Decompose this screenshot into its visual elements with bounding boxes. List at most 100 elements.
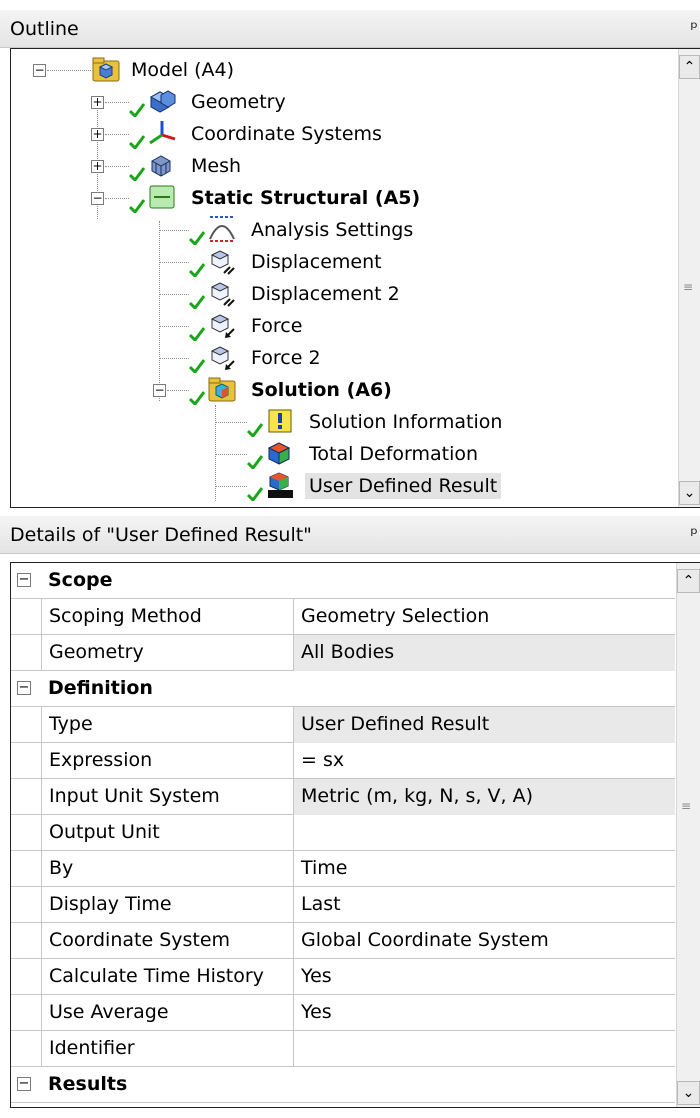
expand-toggle[interactable]: +: [91, 96, 104, 109]
check-icon: [247, 423, 263, 437]
tree-node-label: Displacement: [251, 251, 382, 273]
details-scrollbar[interactable]: ⌃ ≡ ⌄: [676, 563, 700, 1107]
property-value[interactable]: [293, 1031, 675, 1067]
property-value[interactable]: Yes: [293, 995, 675, 1031]
property-value[interactable]: All Bodies: [293, 635, 675, 671]
property-name: Display Time: [41, 887, 293, 923]
tree-node-analysis-settings[interactable]: Analysis Settings: [11, 215, 671, 245]
property-value[interactable]: Metric (m, kg, N, s, V, A): [293, 779, 675, 815]
tree-node-coordinate-systems[interactable]: + Coordinate Systems: [11, 119, 671, 149]
tree-node-force[interactable]: Force: [11, 311, 671, 341]
scroll-up-button[interactable]: ⌃: [679, 55, 700, 79]
collapse-toggle[interactable]: −: [17, 1077, 31, 1091]
details-grid[interactable]: − Scope Scoping Method Geometry Selectio…: [10, 562, 700, 1108]
property-row-identifier[interactable]: Identifier: [11, 1031, 675, 1067]
tree-node-model[interactable]: − Model (A4): [11, 55, 671, 85]
tree-node-displacement-2[interactable]: Displacement 2: [11, 279, 671, 309]
property-value[interactable]: Geometry Selection: [293, 599, 675, 635]
scroll-grip-icon[interactable]: ≡: [683, 281, 695, 293]
property-value[interactable]: Last: [293, 887, 675, 923]
category-row-definition[interactable]: − Definition: [11, 671, 675, 707]
check-icon: [189, 359, 205, 373]
collapse-toggle[interactable]: −: [153, 384, 166, 397]
displacement-icon: [210, 282, 235, 307]
user-defined-result-icon: [268, 472, 293, 498]
tree-node-solution-information[interactable]: Solution Information: [11, 407, 671, 437]
tree-node-displacement[interactable]: Displacement: [11, 247, 671, 277]
property-row-calculate-time-history[interactable]: Calculate Time History Yes: [11, 959, 675, 995]
property-row-output-unit[interactable]: Output Unit: [11, 815, 675, 851]
details-header: Details of "User Defined Result" ᵖ: [0, 516, 700, 554]
property-value[interactable]: = sx: [293, 743, 675, 779]
property-row-expression[interactable]: Expression = sx: [11, 743, 675, 779]
property-row-type[interactable]: Type User Defined Result: [11, 707, 675, 743]
tree-node-label: Mesh: [191, 155, 242, 177]
analysis-settings-icon: [209, 216, 235, 242]
pin-icon[interactable]: ᵖ: [690, 516, 698, 554]
check-icon: [189, 327, 205, 341]
expand-toggle[interactable]: +: [91, 160, 104, 173]
tree-node-force-2[interactable]: Force 2: [11, 343, 671, 373]
property-row-input-unit-system[interactable]: Input Unit System Metric (m, kg, N, s, V…: [11, 779, 675, 815]
tree-node-label: Geometry: [191, 91, 286, 113]
property-name: Coordinate System: [41, 923, 293, 959]
property-row-geometry[interactable]: Geometry All Bodies: [11, 635, 675, 671]
tree-node-label: Static Structural (A5): [191, 187, 421, 209]
tree-node-mesh[interactable]: + Mesh: [11, 151, 671, 181]
scroll-grip-icon[interactable]: ≡: [681, 800, 693, 812]
total-deformation-icon: [267, 442, 291, 465]
property-value[interactable]: Yes: [293, 959, 675, 995]
tree-node-label: Solution Information: [309, 411, 503, 433]
property-value[interactable]: User Defined Result: [293, 707, 675, 743]
outline-scrollbar[interactable]: ⌃ ≡ ⌄: [678, 49, 700, 507]
property-name: Scoping Method: [41, 599, 293, 635]
coordinate-systems-icon: [149, 121, 176, 145]
category-label: Definition: [48, 677, 153, 699]
tree-node-label: Force 2: [251, 347, 321, 369]
collapse-toggle[interactable]: −: [91, 192, 104, 205]
property-row-display-time[interactable]: Display Time Last: [11, 887, 675, 923]
category-row-scope[interactable]: − Scope: [11, 563, 675, 599]
property-row-coordinate-system[interactable]: Coordinate System Global Coordinate Syst…: [11, 923, 675, 959]
collapse-toggle[interactable]: −: [17, 681, 31, 695]
property-name: Expression: [41, 743, 293, 779]
property-row-use-average[interactable]: Use Average Yes: [11, 995, 675, 1031]
outline-tree[interactable]: − Model (A4) + Geometry + Coordinate Sys…: [10, 48, 700, 508]
category-row-results[interactable]: − Results: [11, 1067, 675, 1103]
tree-node-user-defined-result[interactable]: User Defined Result: [11, 471, 671, 501]
geometry-icon: [149, 90, 176, 113]
force-icon: [210, 314, 235, 338]
property-name: Use Average: [41, 995, 293, 1031]
model-icon: [92, 57, 120, 82]
tree-node-static-structural[interactable]: − Static Structural (A5): [11, 183, 671, 213]
scroll-down-button[interactable]: ⌄: [679, 481, 700, 505]
property-name: Output Unit: [41, 815, 293, 851]
property-row-by[interactable]: By Time: [11, 851, 675, 887]
solution-information-icon: [268, 409, 292, 433]
check-icon: [247, 455, 263, 469]
check-icon: [129, 199, 145, 213]
tree-node-total-deformation[interactable]: Total Deformation: [11, 439, 671, 469]
scroll-up-button[interactable]: ⌃: [677, 569, 700, 593]
collapse-toggle[interactable]: −: [17, 573, 31, 587]
property-row-scoping-method[interactable]: Scoping Method Geometry Selection: [11, 599, 675, 635]
property-value[interactable]: Global Coordinate System: [293, 923, 675, 959]
tree-node-geometry[interactable]: + Geometry: [11, 87, 671, 117]
scroll-down-button[interactable]: ⌄: [677, 1081, 700, 1105]
static-structural-icon: [149, 185, 175, 209]
pin-icon[interactable]: ᵖ: [690, 10, 698, 48]
property-value[interactable]: [293, 815, 675, 851]
tree-node-label: User Defined Result: [305, 473, 502, 499]
property-value[interactable]: Time: [293, 851, 675, 887]
expand-toggle[interactable]: +: [91, 128, 104, 141]
tree-node-label: Analysis Settings: [251, 219, 414, 241]
tree-node-solution[interactable]: − Solution (A6): [11, 375, 671, 405]
check-icon: [189, 295, 205, 309]
check-icon: [129, 135, 145, 149]
displacement-icon: [210, 250, 235, 275]
tree-node-label: Coordinate Systems: [191, 123, 382, 145]
category-label: Scope: [48, 569, 113, 591]
collapse-toggle[interactable]: −: [33, 64, 46, 77]
property-name: By: [41, 851, 293, 887]
property-name: Input Unit System: [41, 779, 293, 815]
